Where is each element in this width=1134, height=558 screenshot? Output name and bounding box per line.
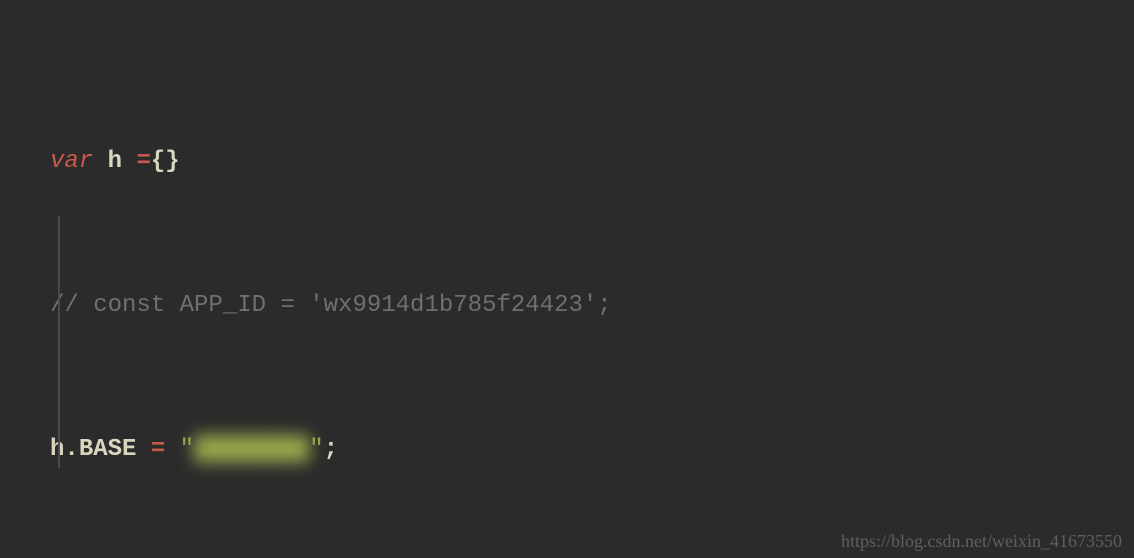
indent-guide xyxy=(58,216,60,468)
string-quote: " xyxy=(309,436,323,463)
semicolon: ; xyxy=(324,436,338,463)
operator: = xyxy=(151,436,165,463)
code-line: var h ={} xyxy=(50,144,1134,180)
code-editor: var h ={} // const APP_ID = 'wx9914d1b78… xyxy=(0,0,1134,558)
braces: {} xyxy=(151,148,180,175)
property: BASE xyxy=(79,436,137,463)
code-line-comment: // const APP_ID = 'wx9914d1b785f24423'; xyxy=(50,288,1134,324)
code-line: h.BASE = "████████"; xyxy=(50,432,1134,468)
keyword-var: var xyxy=(50,148,93,175)
redacted-text: ████████ xyxy=(194,436,309,463)
dot: . xyxy=(64,436,78,463)
identifier: h xyxy=(108,148,122,175)
string-quote: " xyxy=(180,436,194,463)
operator: = xyxy=(136,148,150,175)
watermark-text: https://blog.csdn.net/weixin_41673550 xyxy=(841,531,1122,552)
